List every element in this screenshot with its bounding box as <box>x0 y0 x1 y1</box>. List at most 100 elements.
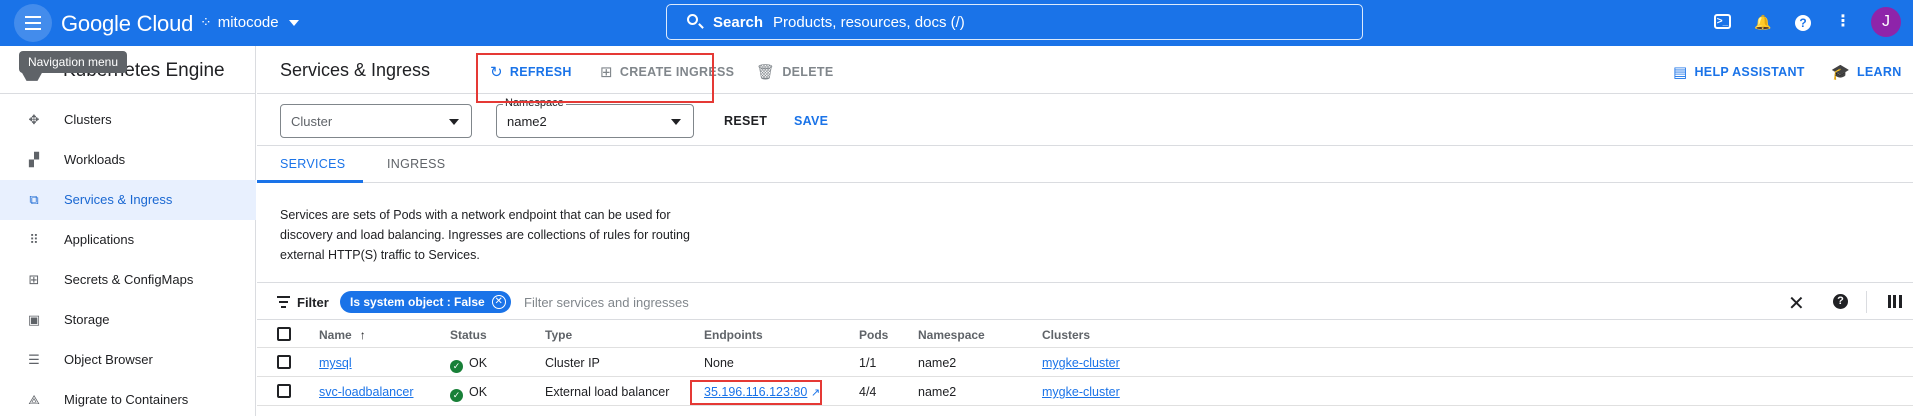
google-cloud-logo[interactable]: Google Cloud <box>61 11 193 37</box>
row-checkbox[interactable] <box>277 355 291 369</box>
service-name-link[interactable]: svc-loadbalancer <box>319 385 414 399</box>
save-button[interactable]: SAVE <box>794 114 828 128</box>
namespace-cell: name2 <box>918 385 957 399</box>
sidebar-item-label: Workloads <box>64 152 126 167</box>
filter-chip[interactable]: Is system object : False ✕ <box>340 291 511 313</box>
object-browser-icon: ☰ <box>28 352 40 367</box>
navigation-menu-button[interactable] <box>14 4 52 42</box>
secrets-icon: ⊞ <box>28 272 40 287</box>
namespace-select[interactable]: Namespace name2 <box>496 97 694 138</box>
workloads-icon: ▞ <box>29 152 39 167</box>
chat-icon: ▤ <box>1673 64 1688 81</box>
search-placeholder: Search Products, resources, docs (/) <box>713 14 965 31</box>
column-header-namespace[interactable]: Namespace <box>918 328 985 342</box>
help-icon[interactable]: ? <box>1793 12 1813 32</box>
sidebar-item-label: Object Browser <box>64 352 153 367</box>
notifications-bell-icon[interactable]: 🔔 <box>1753 12 1773 32</box>
sidebar-item-label: Services & Ingress <box>64 192 173 207</box>
school-icon: 🎓 <box>1831 64 1850 81</box>
endpoints-cell: None <box>704 356 734 370</box>
top-bar: Google Cloud ⁘ mitocode Search Products, … <box>0 0 1913 46</box>
filter-input[interactable]: Filter services and ingresses <box>524 295 689 310</box>
sidebar-item-storage[interactable]: ▣ Storage <box>0 300 256 340</box>
navigation-menu-tooltip: Navigation menu <box>19 51 127 73</box>
service-name-link[interactable]: mysql <box>319 356 352 370</box>
sidebar-item-label: Applications <box>64 232 135 247</box>
active-tab-indicator <box>257 180 363 183</box>
column-display-options-icon[interactable] <box>1888 295 1902 308</box>
hamburger-line <box>25 28 41 30</box>
clusters-icon: ✥ <box>28 112 40 127</box>
services-table: Name ↑ Status Type Endpoints Pods Namespa… <box>257 320 1913 406</box>
cluster-link[interactable]: mygke-cluster <box>1042 356 1120 370</box>
cluster-select-placeholder: Cluster <box>291 114 333 129</box>
dropdown-arrow-icon <box>449 119 459 125</box>
filter-icon <box>277 296 290 311</box>
row-checkbox[interactable] <box>277 384 291 398</box>
hamburger-line <box>25 16 41 18</box>
pods-cell: 4/4 <box>859 385 877 399</box>
page-title: Services & Ingress <box>280 60 431 80</box>
type-cell: External load balancer <box>545 385 670 399</box>
column-header-endpoints[interactable]: Endpoints <box>704 328 763 342</box>
namespace-cell: name2 <box>918 356 957 370</box>
sidebar-item-object-browser[interactable]: ☰ Object Browser <box>0 340 256 380</box>
tab-services[interactable]: SERVICES <box>280 157 345 171</box>
sidebar-item-label: Storage <box>64 312 110 327</box>
table-header-row: Name ↑ Status Type Endpoints Pods Namespa… <box>257 320 1913 348</box>
column-header-name[interactable]: Name ↑ <box>319 328 366 342</box>
search-bar[interactable]: Search Products, resources, docs (/) <box>666 4 1363 40</box>
clear-filter-close-icon[interactable]: ✕ <box>1788 291 1805 316</box>
endpoint-highlight-box <box>690 380 822 405</box>
sort-arrow-up-icon: ↑ <box>359 328 366 342</box>
column-header-type[interactable]: Type <box>545 328 572 342</box>
sidebar-item-migrate-to-containers[interactable]: ⟁ Migrate to Containers <box>0 380 256 420</box>
sidebar-item-label: Clusters <box>64 112 112 127</box>
sidebar-item-secrets-configmaps[interactable]: ⊞ Secrets & ConfigMaps <box>0 260 256 300</box>
select-all-checkbox[interactable] <box>277 327 291 341</box>
table-row: mysql ✓ OK Cluster IP None 1/1 name2 mygk… <box>257 348 1913 377</box>
type-cell: Cluster IP <box>545 356 600 370</box>
project-icon: ⁘ <box>200 14 212 30</box>
filter-chip-label: Is system object : False <box>350 295 485 309</box>
sidebar-item-applications[interactable]: ⠿ Applications <box>0 220 256 260</box>
filter-label: Filter <box>297 295 329 310</box>
cluster-select[interactable]: Cluster <box>280 104 472 138</box>
sidebar-item-services-ingress[interactable]: ⧉ Services & Ingress <box>0 180 256 220</box>
sidebar-item-clusters[interactable]: ✥ Clusters <box>0 100 256 140</box>
divider <box>1866 291 1867 313</box>
learn-button[interactable]: 🎓 LEARN <box>1831 63 1902 81</box>
check-circle-icon: ✓ <box>450 360 463 373</box>
help-assistant-button[interactable]: ▤ HELP ASSISTANT <box>1673 63 1805 81</box>
filter-bar: Filter Is system object : False ✕ Filter… <box>257 282 1913 320</box>
project-picker[interactable]: ⁘ mitocode <box>200 14 299 31</box>
trash-icon: 🗑 <box>756 64 776 81</box>
reset-button[interactable]: RESET <box>724 114 767 128</box>
status-cell: ✓ OK <box>450 356 487 373</box>
filter-help-icon[interactable]: ? <box>1833 294 1848 309</box>
namespace-value: name2 <box>507 114 547 129</box>
hamburger-line <box>25 22 41 24</box>
status-cell: ✓ OK <box>450 385 487 402</box>
project-name: mitocode <box>217 14 279 31</box>
sidebar-item-workloads[interactable]: ▞ Workloads <box>0 140 256 180</box>
pods-cell: 1/1 <box>859 356 877 370</box>
migrate-icon: ⟁ <box>28 392 40 407</box>
delete-label: DELETE <box>782 65 834 79</box>
learn-label: LEARN <box>1856 65 1902 79</box>
sidebar: Kubernetes Engine ✥ Clusters ▞ Workloads… <box>0 46 256 416</box>
tab-ingress[interactable]: INGRESS <box>387 157 445 171</box>
cloud-shell-icon[interactable]: >_ <box>1714 14 1731 29</box>
account-avatar[interactable]: J <box>1871 7 1901 37</box>
storage-icon: ▣ <box>27 312 41 327</box>
more-vert-icon[interactable]: ⋮ <box>1833 12 1853 32</box>
cluster-link[interactable]: mygke-cluster <box>1042 385 1120 399</box>
column-header-clusters[interactable]: Clusters <box>1042 328 1090 342</box>
column-header-status[interactable]: Status <box>450 328 487 342</box>
namespace-highlight-box <box>476 53 714 103</box>
column-header-pods[interactable]: Pods <box>859 328 888 342</box>
chip-remove-icon[interactable]: ✕ <box>491 295 506 309</box>
dropdown-arrow-icon <box>671 119 681 125</box>
delete-button[interactable]: 🗑 DELETE <box>756 63 833 81</box>
search-icon <box>687 14 698 25</box>
